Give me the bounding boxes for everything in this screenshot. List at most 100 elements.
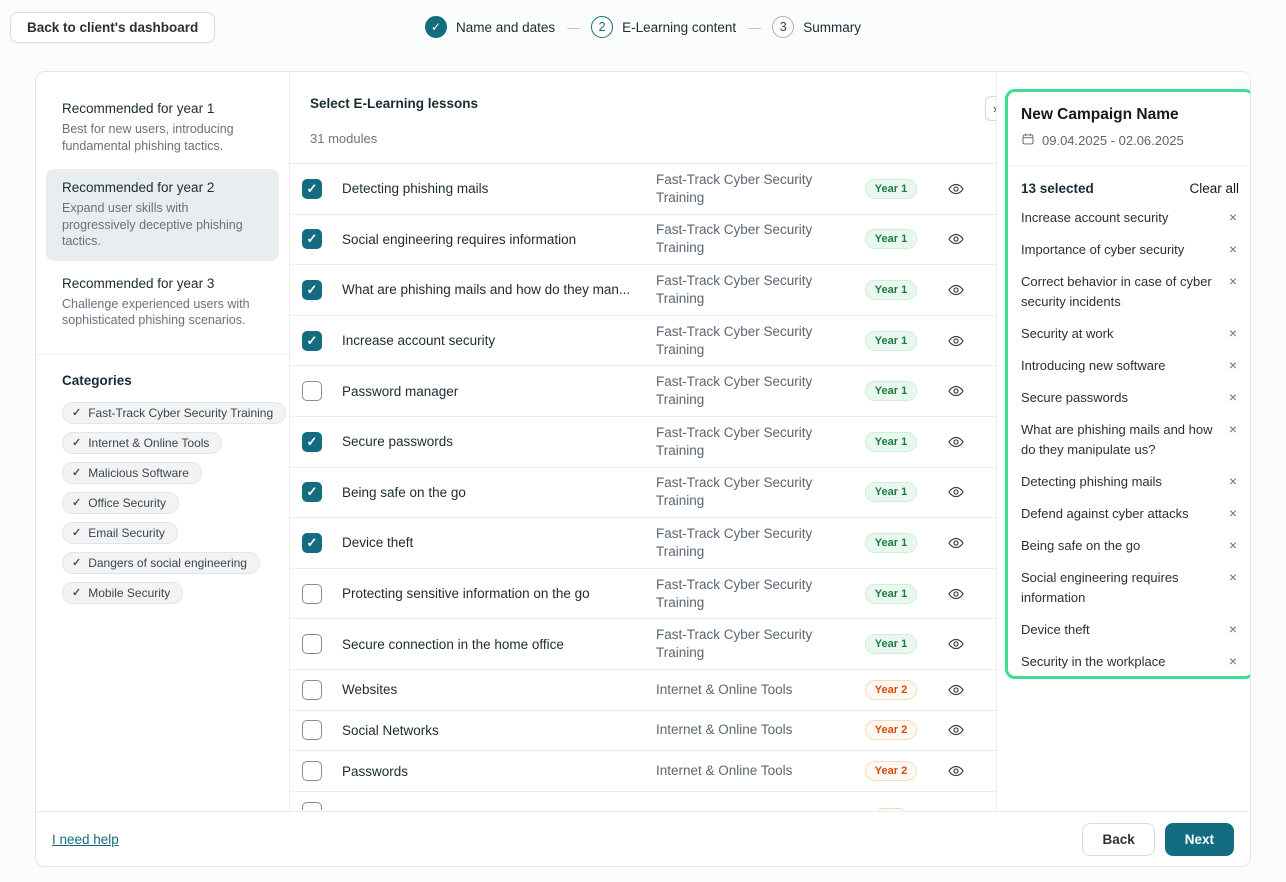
lesson-name: What are phishing mails and how do they … — [342, 282, 656, 297]
lesson-row: ✓ What are phishing mails and how do the… — [290, 265, 996, 316]
lesson-checkbox[interactable] — [302, 634, 322, 654]
selected-item: Secure passwords × — [1021, 388, 1239, 408]
lesson-checkbox[interactable]: ✓ — [302, 482, 322, 502]
selected-item: Correct behavior in case of cyber securi… — [1021, 272, 1239, 312]
preview-eye-icon[interactable] — [930, 383, 982, 399]
preview-eye-icon[interactable] — [930, 586, 982, 602]
preview-eye-icon[interactable] — [930, 333, 982, 349]
lesson-checkbox[interactable]: ✓ — [302, 432, 322, 452]
stepper-step[interactable]: 3 Summary — [772, 16, 861, 38]
preview-eye-icon[interactable] — [930, 282, 982, 298]
remove-item-icon[interactable]: × — [1227, 388, 1239, 406]
remove-item-icon[interactable]: × — [1227, 324, 1239, 342]
selected-item: Increase account security × — [1021, 208, 1239, 228]
stepper-step[interactable]: 2 E-Learning content — [591, 16, 736, 38]
check-icon: ✓ — [72, 556, 81, 569]
year-badge-cell: Year 1 — [852, 533, 930, 553]
category-pill[interactable]: ✓ Malicious Software — [62, 462, 202, 484]
lesson-name: Device theft — [342, 535, 656, 550]
lesson-checkbox[interactable]: ✓ — [302, 179, 322, 199]
step-label: Name and dates — [456, 20, 555, 35]
remove-item-icon[interactable]: × — [1227, 240, 1239, 258]
category-pill[interactable]: ✓ Mobile Security — [62, 582, 183, 604]
lesson-checkbox[interactable] — [302, 381, 322, 401]
preview-eye-icon[interactable] — [930, 484, 982, 500]
category-pill[interactable]: ✓ Email Security — [62, 522, 178, 544]
preview-eye-icon[interactable] — [930, 231, 982, 247]
selected-count: 13 selected — [1021, 181, 1094, 196]
lesson-name: Websites — [342, 682, 656, 697]
remove-item-icon[interactable]: × — [1227, 272, 1239, 290]
remove-item-icon[interactable]: × — [1227, 620, 1239, 638]
lesson-row: Secure connection in the home office Fas… — [290, 619, 996, 670]
category-pill[interactable]: ✓ Dangers of social engineering — [62, 552, 260, 574]
campaign-date-range: 09.04.2025 - 02.06.2025 — [1042, 133, 1184, 148]
back-button[interactable]: Back — [1082, 823, 1154, 856]
lesson-checkbox[interactable]: ✓ — [302, 280, 322, 300]
collapse-panel-button[interactable]: › — [985, 96, 997, 121]
preview-eye-icon[interactable] — [930, 722, 982, 738]
selected-item-label: What are phishing mails and how do they … — [1021, 420, 1217, 460]
selected-item: Security at work × — [1021, 324, 1239, 344]
stepper-step[interactable]: ✓ Name and dates — [425, 16, 555, 38]
lesson-category: Fast-Track Cyber Security Training — [656, 424, 852, 460]
remove-item-icon[interactable]: × — [1227, 536, 1239, 554]
category-pill[interactable]: ✓ Office Security — [62, 492, 179, 514]
selected-item-label: Importance of cyber security — [1021, 240, 1217, 260]
recommendation-item[interactable]: Recommended for year 1 Best for new user… — [46, 90, 279, 165]
category-pill[interactable]: ✓ Fast-Track Cyber Security Training — [62, 402, 286, 424]
remove-item-icon[interactable]: × — [1227, 208, 1239, 226]
lesson-checkbox[interactable]: ✓ — [302, 331, 322, 351]
back-to-dashboard-button[interactable]: Back to client's dashboard — [10, 12, 215, 43]
categories-title: Categories — [62, 373, 273, 388]
preview-eye-icon[interactable] — [930, 434, 982, 450]
lesson-category: Fast-Track Cyber Security Training — [656, 221, 852, 257]
remove-item-icon[interactable]: × — [1227, 568, 1239, 586]
lesson-category: Fast-Track Cyber Security Training — [656, 373, 852, 409]
help-link[interactable]: I need help — [52, 832, 119, 847]
step-circle: 2 — [591, 16, 613, 38]
lesson-name: Password manager — [342, 384, 656, 399]
lesson-row: Password manager Fast-Track Cyber Securi… — [290, 366, 996, 417]
step-separator: — — [567, 20, 579, 35]
remove-item-icon[interactable]: × — [1227, 652, 1239, 670]
category-label: Office Security — [88, 496, 166, 510]
remove-item-icon[interactable]: × — [1227, 420, 1239, 438]
next-button[interactable]: Next — [1165, 823, 1234, 856]
preview-eye-icon[interactable] — [930, 763, 982, 779]
lesson-checkbox[interactable] — [302, 761, 322, 781]
year-badge-cell: Year 1 — [852, 381, 930, 401]
lesson-checkbox[interactable] — [302, 680, 322, 700]
preview-eye-icon[interactable] — [930, 636, 982, 652]
preview-eye-icon[interactable] — [930, 181, 982, 197]
year-badge-cell: Year 1 — [852, 280, 930, 300]
lesson-checkbox[interactable] — [302, 584, 322, 604]
selected-item-label: Introducing new software — [1021, 356, 1217, 376]
lesson-checkbox[interactable] — [302, 720, 322, 740]
preview-eye-icon[interactable] — [930, 682, 982, 698]
lesson-row: ✓ Social engineering requires informatio… — [290, 215, 996, 266]
selected-item: Defend against cyber attacks × — [1021, 504, 1239, 524]
step-separator: — — [748, 20, 760, 35]
preview-eye-icon[interactable] — [930, 535, 982, 551]
lesson-category: Fast-Track Cyber Security Training — [656, 474, 852, 510]
lesson-checkbox[interactable]: ✓ — [302, 229, 322, 249]
selected-item: Being safe on the go × — [1021, 536, 1239, 556]
modules-count: 31 modules — [310, 131, 976, 146]
lesson-name: Secure passwords — [342, 434, 656, 449]
lesson-checkbox[interactable]: ✓ — [302, 533, 322, 553]
recommendation-item[interactable]: Recommended for year 2 Expand user skill… — [46, 169, 279, 261]
remove-item-icon[interactable]: × — [1227, 504, 1239, 522]
panel-divider — [1008, 165, 1251, 166]
category-label: Mobile Security — [88, 586, 170, 600]
campaign-summary-panel: New Campaign Name 09.04.2025 - 02.06.202… — [1005, 89, 1251, 679]
clear-all-button[interactable]: Clear all — [1189, 181, 1239, 196]
recommendation-item[interactable]: Recommended for year 3 Challenge experie… — [46, 265, 279, 340]
check-icon: ✓ — [72, 526, 81, 539]
remove-item-icon[interactable]: × — [1227, 472, 1239, 490]
category-pill[interactable]: ✓ Internet & Online Tools — [62, 432, 222, 454]
remove-item-icon[interactable]: × — [1227, 356, 1239, 374]
lesson-checkbox[interactable] — [302, 802, 322, 810]
step-circle: ✓ — [425, 16, 447, 38]
year-badge: Year 1 — [865, 634, 917, 654]
